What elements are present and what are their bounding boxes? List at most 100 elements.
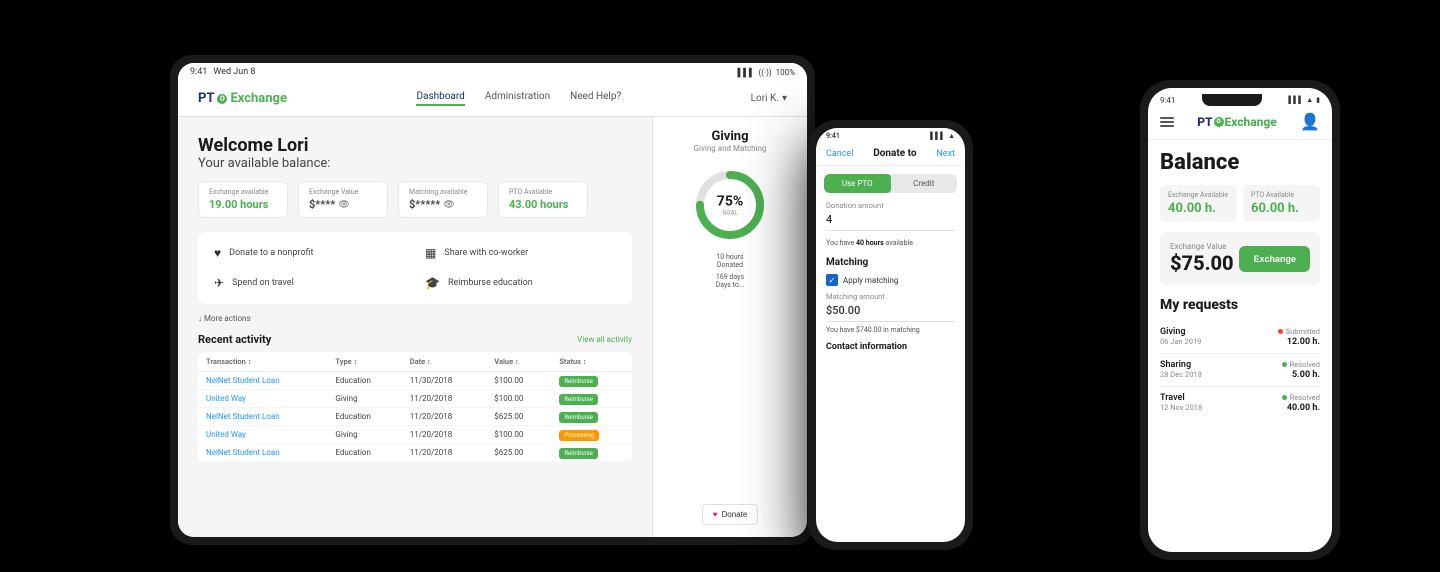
phone1-tabs: Use PTO Credit (824, 174, 957, 193)
my-requests-title: My requests (1160, 297, 1320, 313)
transaction-name[interactable]: NelNet Student Loan (198, 372, 327, 390)
col-status[interactable]: Status ↕ (551, 352, 632, 372)
request-title: Giving (1160, 327, 1201, 337)
recent-header: Recent activity View all activity (198, 333, 632, 346)
nav-administration[interactable]: Administration (485, 91, 550, 106)
request-title: Travel (1160, 393, 1202, 403)
phone2-exchange-available: Exchange Available 40.00 h. (1160, 185, 1237, 222)
tablet-giving-panel: Giving Giving and Matching 75% GOAL 10 h… (652, 117, 807, 537)
chevron-down-icon: ▾ (782, 93, 787, 104)
transaction-date: 11/20/2018 (402, 408, 487, 426)
request-title: Sharing (1160, 360, 1202, 370)
table-row: NelNet Student Loan Education 11/20/2018… (198, 444, 632, 462)
phone2-pto-available-value: 60.00 h. (1251, 201, 1312, 216)
share-icon: ▦ (425, 246, 436, 260)
phone2-notch (1202, 94, 1262, 106)
hamburger-line-3 (1160, 125, 1174, 127)
phone2-balance-grid: Exchange Available 40.00 h. PTO Availabl… (1160, 185, 1320, 222)
list-item: Travel 12 Nov 2018 Resolved 40.00 h. (1160, 387, 1320, 419)
tab-use-pto[interactable]: Use PTO (824, 174, 891, 193)
request-status: Submitted (1278, 327, 1320, 336)
cancel-button[interactable]: Cancel (826, 149, 853, 159)
exchange-value-masked: $**** 👁 (309, 198, 377, 211)
donate-to-title: Donate to (873, 148, 916, 159)
table-row: United Way Giving 11/20/2018 $100.00 Rei… (198, 390, 632, 408)
table-row: NelNet Student Loan Education 11/20/2018… (198, 408, 632, 426)
contact-info-title: Contact information (826, 342, 955, 352)
tablet-status-bar: 9:41 Wed Jun 8 ▌▌▌ ((·)) 100% (178, 63, 807, 81)
phone2-status: 9:41 ▌▌▌ ▲ ▮ (1148, 88, 1332, 108)
col-type[interactable]: Type ↕ (327, 352, 401, 372)
battery-icon-p2: ▮ (1316, 96, 1320, 104)
nav-dashboard[interactable]: Dashboard (416, 91, 464, 106)
phone2-requests-list: Giving 06 Jan 2019 Submitted 12.00 h. Sh… (1160, 321, 1320, 419)
transaction-status: Reimburse (551, 444, 632, 462)
tablet-device: 9:41 Wed Jun 8 ▌▌▌ ((·)) 100% PTOExchang… (170, 55, 815, 545)
request-date: 06 Jan 2019 (1160, 337, 1201, 346)
status-label: Submitted (1286, 327, 1320, 336)
view-all-link[interactable]: View all activity (577, 335, 632, 344)
hamburger-line-2 (1160, 121, 1174, 123)
request-left: Sharing 28 Dec 2018 (1160, 360, 1202, 379)
transaction-type: Giving (327, 426, 401, 444)
col-transaction[interactable]: Transaction ↕ (198, 352, 327, 372)
phone2-time: 9:41 (1160, 96, 1175, 105)
donation-amount-value[interactable]: 4 (826, 213, 955, 231)
more-actions[interactable]: ↓ More actions (198, 314, 632, 323)
heart-icon: ♥ (214, 246, 221, 260)
nav-help[interactable]: Need Help? (570, 91, 621, 106)
phone1-battery: ▌▌▌ ▲ (930, 132, 955, 140)
tablet-nav: PTOExchange Dashboard Administration Nee… (178, 81, 807, 117)
user-profile-icon[interactable]: 👤 (1300, 112, 1320, 131)
tablet-actions: ♥ Donate to a nonprofit ▦ Share with co-… (198, 232, 632, 304)
transaction-name[interactable]: United Way (198, 390, 327, 408)
request-right: Submitted 12.00 h. (1278, 327, 1320, 347)
apply-matching-checkbox[interactable]: ✓ (826, 274, 838, 286)
hamburger-line-1 (1160, 117, 1174, 119)
pto-available-label: PTO Available (509, 188, 577, 196)
apply-matching-label: Apply matching (843, 276, 898, 285)
tablet-nav-links: Dashboard Administration Need Help? (317, 91, 721, 106)
transaction-name[interactable]: NelNet Student Loan (198, 408, 327, 426)
transaction-name[interactable]: United Way (198, 426, 327, 444)
action-donate[interactable]: ♥ Donate to a nonprofit (206, 240, 413, 266)
transaction-type: Education (327, 372, 401, 390)
welcome-greeting: Welcome Lori (198, 135, 632, 156)
col-date[interactable]: Date ↕ (402, 352, 487, 372)
status-label: Resolved (1290, 393, 1320, 402)
action-education[interactable]: 🎓 Reimburse education (417, 270, 624, 296)
action-share[interactable]: ▦ Share with co-worker (417, 240, 624, 266)
transaction-status: Reimburse (551, 390, 632, 408)
phone2-logo: PTOExchange (1197, 115, 1277, 129)
exchange-button[interactable]: Exchange (1239, 246, 1310, 272)
hamburger-menu[interactable] (1160, 117, 1174, 127)
next-button[interactable]: Next (936, 149, 955, 159)
action-travel[interactable]: ✈ Spend on travel (206, 270, 413, 296)
request-date: 12 Nov 2018 (1160, 403, 1202, 412)
eye-icon[interactable]: 👁 (338, 200, 349, 210)
transaction-name[interactable]: NelNet Student Loan (198, 444, 327, 462)
matching-value-masked: $***** 👁 (409, 198, 477, 211)
eye-icon-2[interactable]: 👁 (443, 200, 454, 210)
phone1-header: Cancel Donate to Next (816, 142, 965, 166)
request-date: 28 Dec 2018 (1160, 370, 1202, 379)
phone2-device: 9:41 ▌▌▌ ▲ ▮ PTOExchange 👤 Balance (1140, 80, 1340, 560)
phone2-logo-o: O (1214, 117, 1224, 127)
transaction-date: 11/30/2018 (402, 372, 487, 390)
logo-exchange: Exchange (230, 91, 287, 106)
phone2-nav: PTOExchange 👤 (1148, 108, 1332, 140)
action-donate-label: Donate to a nonprofit (229, 248, 313, 258)
wifi-icon: ((·)) (759, 68, 772, 77)
phone2-exchange-available-label: Exchange Available (1168, 191, 1229, 199)
tab-credit[interactable]: Credit (891, 174, 958, 193)
pto-available-card: PTO Available 43.00 hours (498, 181, 588, 218)
col-value[interactable]: Value ↕ (486, 352, 551, 372)
balance-heading: Balance (1160, 150, 1320, 175)
exchange-value-card: Exchange Value $**** 👁 (298, 181, 388, 218)
donated-info: 10 hours Donated (716, 253, 743, 269)
tablet-nav-user[interactable]: Lori K. ▾ (751, 93, 787, 104)
donate-button[interactable]: ♥ Donate (702, 504, 759, 525)
tablet-welcome: Welcome Lori Your available balance: (198, 135, 632, 171)
status-dot (1282, 395, 1287, 400)
matching-section: Matching ✓ Apply matching Matching amoun… (826, 257, 955, 352)
